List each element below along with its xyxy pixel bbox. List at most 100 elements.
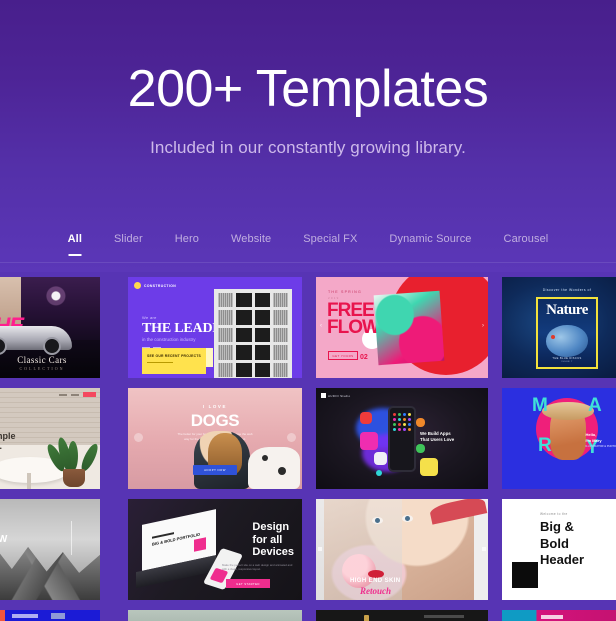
template-card-new-mountains[interactable]: NEW S (0, 499, 100, 600)
apps-text: We Build Apps That Users Love (420, 431, 454, 443)
thumbnail-nature: Discover the Wonders of Nature THE BLUE … (502, 277, 616, 378)
simple-heading: Simple der. (0, 431, 16, 452)
design-cta-button[interactable]: GET STARTED (226, 579, 270, 588)
template-card-simple-interior[interactable]: Simple der. (0, 388, 100, 489)
flow-pre: THE SPRING 2019 (328, 290, 362, 300)
leaders-cta-card[interactable]: SEE OUR RECENT PROJECTS (142, 348, 213, 374)
hero-section: 200+ Templates Included in our constantl… (0, 0, 616, 272)
thumbnail-simple-interior: Simple der. (0, 388, 100, 489)
mary-side-line2: I'm Mary (585, 437, 602, 443)
dogs-heading: DOGS (190, 411, 240, 430)
retouch-heading: HIGH END SKIN (350, 578, 401, 584)
page-title: 200+ Templates (127, 60, 489, 118)
nature-caption: THE BLUE DISCUS ISSUE 7 (538, 357, 596, 363)
template-card-high-end-retouch[interactable]: HIGH END SKIN Retouch (316, 499, 488, 600)
template-card-i-love-dogs[interactable]: I LOVE DOGS The better for your best fri… (128, 388, 302, 489)
eye-right-graphic (402, 515, 413, 522)
thumbnail-free-flow: THE SPRING 2019 FREE FLOW GET YOURS 02 ‹… (316, 277, 488, 378)
bold-heading: Big & Bold Header (540, 519, 584, 569)
carousel-next-icon[interactable] (287, 433, 296, 443)
template-card-partial-dark-showcase[interactable] (316, 610, 488, 621)
leaders-sub: in the construction industry (142, 337, 196, 342)
thumbnail-partial-blue-red (0, 610, 100, 621)
cars-label-text: Classic Cars (17, 355, 67, 365)
carousel-prev-icon[interactable] (318, 547, 322, 552)
mountains-heading: NEW S (0, 535, 7, 554)
thumbnail-partial-teal-magenta (502, 610, 616, 621)
cta-underline (147, 362, 173, 363)
flow-heading: FREE FLOW (327, 301, 380, 339)
thumbnail-i-love-dogs: I LOVE DOGS The better for your best fri… (128, 388, 302, 489)
phone-graphic (388, 406, 416, 472)
template-card-big-bold-header[interactable]: Welcome to the Big & Bold Header (502, 499, 616, 600)
nature-caption-text: THE BLUE DISCUS (552, 357, 582, 360)
tab-carousel[interactable]: Carousel (488, 231, 565, 247)
marble-artwork-graphic (373, 290, 445, 366)
bold-heading-line2: Bold (540, 535, 569, 551)
apps-logo-text: AUDIO Studio (328, 393, 351, 398)
vertical-line-graphic (71, 521, 72, 555)
flow-heading-line2: FLOW (327, 317, 380, 339)
tab-hero[interactable]: Hero (159, 231, 215, 247)
mary-side-text: Hello, I'm Mary ILLUSTRATOR & PHOTOGRAPH… (585, 432, 616, 449)
template-card-classic-cars[interactable]: THE Classic Cars COLLECTION (0, 277, 100, 378)
template-card-mary[interactable]: M A R Y Hello, I'm Mary ILLUSTRATOR & PH… (502, 388, 616, 489)
tab-all[interactable]: All (52, 231, 98, 247)
tab-website[interactable]: Website (215, 231, 287, 247)
template-card-partial-blue-red[interactable] (0, 610, 100, 621)
thumbnail-design-devices: BIG & BOLD PORTFOLIO Design for all Devi… (128, 499, 302, 600)
simple-heading-line1: Simple (0, 431, 16, 441)
thumbnail-the-leaders: CONSTRUCTION We are THE LEADERS in the c… (128, 277, 302, 378)
eye-left-graphic (372, 517, 383, 524)
mary-letter-r: R (538, 435, 552, 456)
template-card-partial-teal-magenta[interactable] (502, 610, 616, 621)
apps-logo: AUDIO Studio (321, 393, 350, 398)
simple-heading-line2: der. (0, 441, 16, 452)
tab-special-fx[interactable]: Special FX (287, 231, 373, 247)
bold-pre: Welcome to the (540, 512, 568, 516)
carousel-prev-icon[interactable] (134, 433, 143, 443)
gear-icon (134, 282, 141, 289)
square-cyan (376, 470, 382, 476)
logo-text: CONSTRUCTION (144, 283, 177, 288)
design-paragraph: Make the perfect site on a web design an… (222, 563, 293, 572)
hat-graphic (542, 402, 594, 420)
magazine-cover: Nature THE BLUE DISCUS ISSUE 7 (536, 297, 598, 369)
carousel-next-icon[interactable] (482, 547, 486, 552)
car-graphic (0, 325, 73, 356)
bold-heading-line1: Big & (540, 519, 574, 534)
thumbnail-big-bold-header: Welcome to the Big & Bold Header (502, 499, 616, 600)
thumbnail-high-end-retouch: HIGH END SKIN Retouch (316, 499, 488, 600)
tab-slider[interactable]: Slider (98, 231, 159, 247)
tabs-divider (0, 262, 616, 263)
tab-dynamic-source[interactable]: Dynamic Source (373, 231, 487, 247)
flow-cta-button[interactable]: GET YOURS (328, 351, 358, 360)
mountains-heading-line1: NEW (0, 534, 8, 545)
square-pink (360, 432, 378, 450)
design-heading-line3: Devices (252, 546, 294, 559)
square-white (374, 452, 387, 465)
template-card-partial-green-landscape[interactable] (128, 610, 302, 621)
thumbnail-partial-dark-showcase (316, 610, 488, 621)
carousel-next-icon[interactable]: › (482, 323, 484, 329)
template-card-the-leaders[interactable]: CONSTRUCTION We are THE LEADERS in the c… (128, 277, 302, 378)
logo-mark-icon (321, 393, 326, 398)
mountains-heading-line2: S (0, 545, 7, 554)
retouch-script: Retouch (360, 586, 392, 596)
bold-heading-line3: Header (540, 552, 585, 568)
flow-pre-text: THE SPRING (328, 290, 362, 294)
carousel-prev-icon[interactable]: ‹ (320, 323, 322, 329)
leaders-pre: We are (142, 315, 157, 320)
template-card-nature[interactable]: Discover the Wonders of Nature THE BLUE … (502, 277, 616, 378)
page-subtitle: Included in our constantly growing libra… (150, 138, 466, 157)
nature-caption-sub: ISSUE 7 (561, 361, 573, 363)
template-card-free-flow[interactable]: THE SPRING 2019 FREE FLOW GET YOURS 02 ‹… (316, 277, 488, 378)
cars-label: Classic Cars COLLECTION (0, 355, 100, 371)
template-card-we-build-apps[interactable]: AUDIO Studio We Build Apps That Users Lo… (316, 388, 488, 489)
flow-number: 02 (360, 354, 368, 361)
mini-nav[interactable] (59, 392, 96, 397)
mary-letter-m: M (532, 395, 548, 416)
template-card-design-for-all-devices[interactable]: BIG & BOLD PORTFOLIO Design for all Devi… (128, 499, 302, 600)
dogs-cta-button[interactable]: ADOPT NOW (193, 465, 237, 475)
template-grid: THE Classic Cars COLLECTION CONSTRUCTION… (0, 273, 616, 621)
